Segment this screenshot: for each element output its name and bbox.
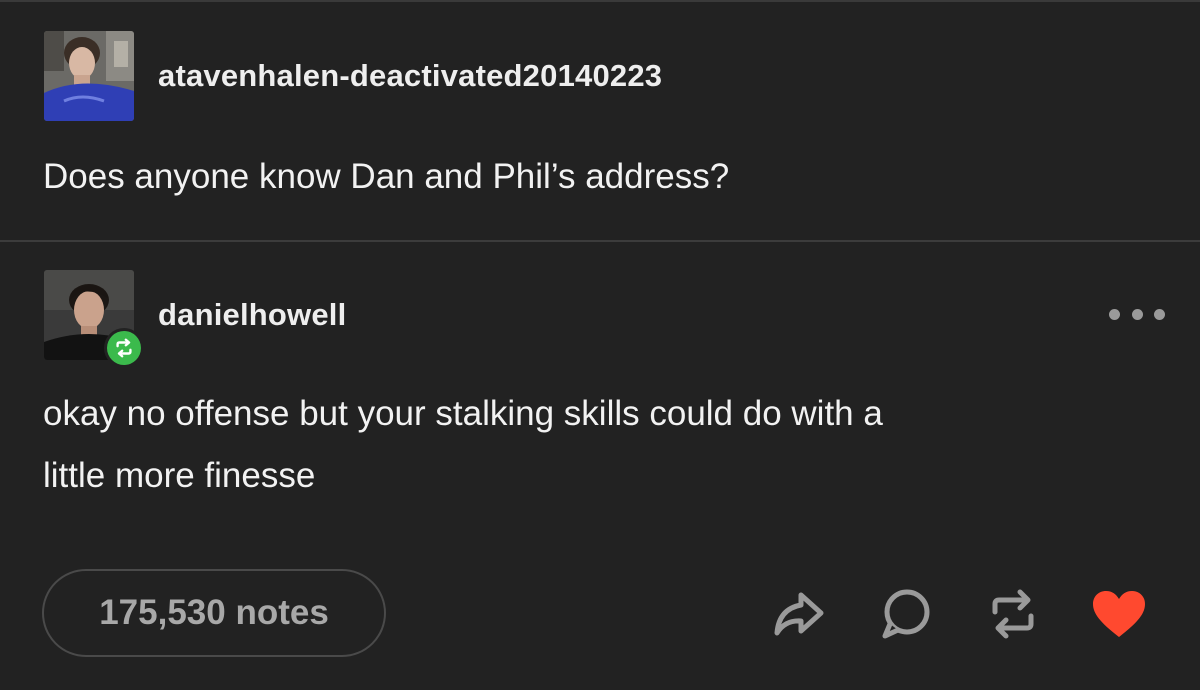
reblog-icon[interactable] [984, 586, 1042, 642]
reblog-arrows-icon [116, 338, 132, 358]
reblog-badge-icon [107, 331, 141, 365]
post-text-line: okay no offense but your stalking skills… [43, 394, 883, 433]
post-text: Does anyone know Dan and Phil’s address? [43, 157, 730, 196]
username[interactable]: atavenhalen-deactivated20140223 [158, 58, 662, 94]
original-post: atavenhalen-deactivated20140223 Does any… [0, 0, 1200, 241]
reblog-badge [104, 328, 144, 368]
avatar-image [44, 31, 134, 121]
reblog-post: danielhowell okay no offense but your st… [0, 242, 1200, 690]
username[interactable]: danielhowell [158, 297, 346, 333]
reply-icon[interactable] [876, 586, 934, 642]
post-text-line: little more finesse [43, 456, 316, 495]
avatar[interactable] [44, 31, 134, 121]
post-text: okay no offense but your stalking skills… [43, 383, 1153, 507]
menu-dot [1154, 308, 1165, 320]
notes-button[interactable]: 175,530 notes [42, 569, 386, 657]
more-options-icon[interactable] [1109, 304, 1165, 324]
menu-dot [1109, 308, 1120, 320]
share-icon[interactable] [766, 586, 830, 642]
menu-dot [1131, 308, 1143, 320]
heart-icon[interactable] [1090, 586, 1148, 642]
